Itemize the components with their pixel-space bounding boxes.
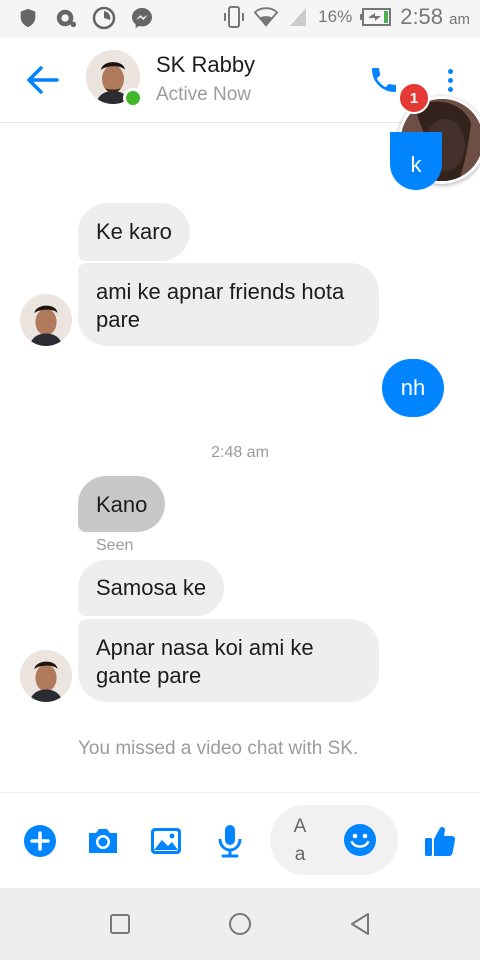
status-bar: 16% 2:58 am [0,0,480,38]
message-bubble-incoming-selected[interactable]: Kano [78,476,166,532]
notification-badge: 1 [398,82,430,114]
message-bubble-outgoing[interactable]: nh [382,359,444,417]
message-text: Apnar nasa koi ami ke gante pare [96,635,314,688]
contact-avatar-small[interactable] [20,650,72,702]
message-input[interactable]: A a [270,805,398,875]
messenger-icon [130,6,154,30]
more-options-icon[interactable] [440,60,460,100]
message-text: nh [400,375,426,400]
mic-icon[interactable] [210,821,250,861]
message-bubble-outgoing[interactable]: k [390,132,442,190]
contact-name[interactable]: SK Rabby [156,52,255,78]
back-icon[interactable] [344,908,376,940]
battery-icon [360,5,392,29]
contact-avatar-small[interactable] [20,294,72,346]
message-text: Ke karo [96,219,172,244]
emoji-icon[interactable] [340,820,380,860]
system-navigation-bar [0,888,480,960]
message-text: Kano [96,492,148,517]
wifi-icon [254,5,279,29]
speed-icon [92,6,116,30]
signal-icon [286,5,310,29]
missed-video-chat-notice: You missed a video chat with SK. [78,738,359,759]
like-icon[interactable] [420,821,460,861]
camera-icon[interactable] [83,821,123,861]
input-placeholder: A a [293,816,307,865]
message-text: ami ke apnar friends hota pare [96,279,345,332]
plus-icon[interactable] [20,821,60,861]
message-text: k [410,152,422,177]
message-text: Samosa ke [96,575,207,600]
message-timestamp: 2:48 am [211,444,269,461]
recents-icon[interactable] [104,908,136,940]
shield-icon [16,6,40,30]
message-bubble-incoming[interactable]: Apnar nasa koi ami ke gante pare [78,619,379,702]
back-arrow-icon[interactable] [22,60,62,100]
battery-percent: 16% [318,7,353,26]
seen-receipt: Seen [96,537,134,554]
message-bubble-incoming[interactable]: Ke karo [78,203,190,261]
gallery-icon[interactable] [146,821,186,861]
message-composer: A a [0,792,480,889]
online-indicator [123,88,143,108]
home-icon[interactable] [224,908,256,940]
vibrate-icon [222,5,246,29]
message-bubble-incoming[interactable]: Samosa ke [78,560,225,616]
message-bubble-incoming[interactable]: ami ke apnar friends hota pare [78,263,379,346]
active-status: Active Now [156,84,252,105]
location-icon [54,6,78,30]
status-clock: 2:58 am [400,4,470,29]
